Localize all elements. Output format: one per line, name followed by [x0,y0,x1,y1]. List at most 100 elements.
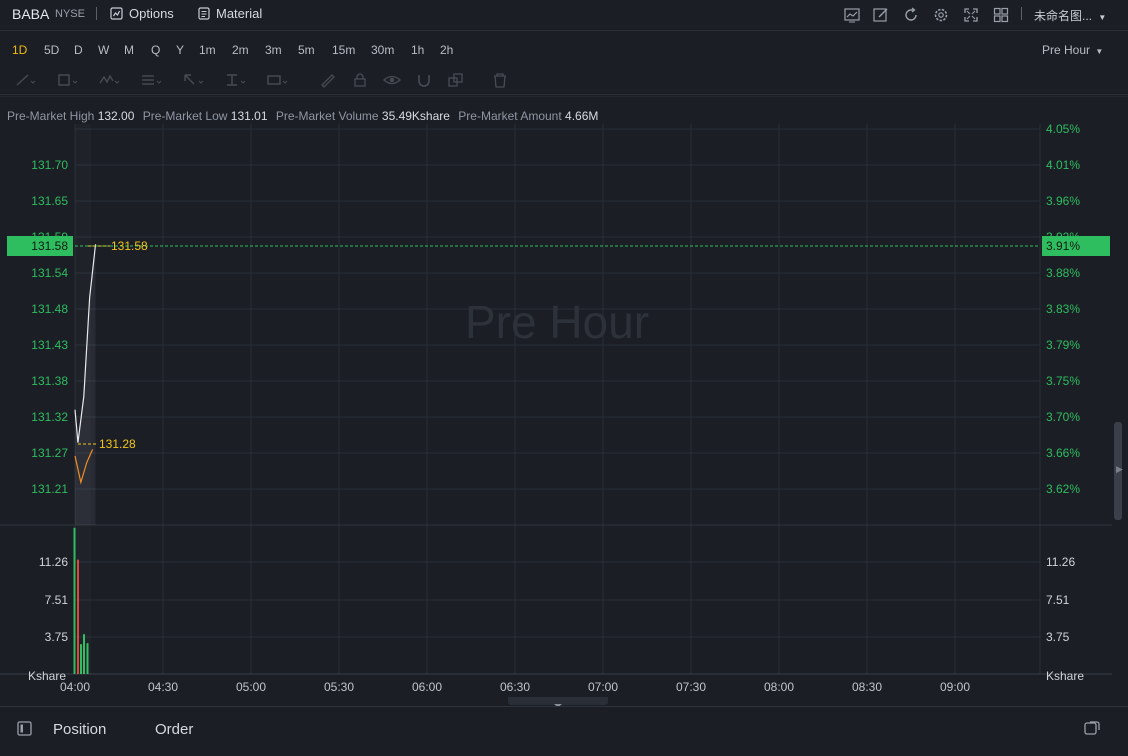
fib-icon[interactable] [140,72,162,88]
interval-1m[interactable]: 1m [199,43,216,57]
time-axis-label: 06:00 [412,680,442,694]
pre-market-volume-label: Pre-Market Volume [275,109,379,123]
trash-icon[interactable] [490,72,512,88]
pre-market-high-label: Pre-Market High [7,109,95,123]
time-axis-label: 08:30 [852,680,882,694]
price-axis-label: 131.27 [31,446,68,460]
session-selector[interactable]: Pre Hour ▼ [1042,43,1103,57]
material-button[interactable]: Material [198,6,262,21]
interval-5d[interactable]: 5D [44,43,59,57]
interval-1h[interactable]: 1h [411,43,424,57]
percent-axis-label: 3.96% [1046,194,1080,208]
price-axis-label: 131.38 [31,374,68,388]
rectangle-icon[interactable] [56,72,78,88]
arrow-icon[interactable] [182,72,204,88]
document-icon [198,7,210,20]
layout-name-label: 未命名图... [1034,9,1093,23]
time-axis-label: 07:00 [588,680,618,694]
refresh-icon[interactable] [902,6,920,24]
percent-axis-label: 3.62% [1046,482,1080,496]
tab-position[interactable]: Position [53,721,106,738]
hover-column [75,124,91,674]
time-axis-label: 09:00 [940,680,970,694]
interval-1d[interactable]: 1D [12,43,27,57]
current-price-text: 131.58 [31,239,68,253]
edit-icon[interactable] [872,6,890,24]
options-icon [110,7,123,20]
interval-30m[interactable]: 30m [371,43,394,57]
pre-market-low-label: Pre-Market Low [142,109,228,123]
percent-axis-label: 3.66% [1046,446,1080,460]
magnet-icon[interactable] [414,72,436,88]
time-axis-label: 04:00 [60,680,90,694]
price-axis-label: 131.70 [31,158,68,172]
eye-icon[interactable] [382,72,404,88]
chart-background [0,96,1128,701]
grid-layout-icon[interactable] [992,6,1010,24]
price-axis-label: 131.21 [31,482,68,496]
pre-market-low-value: 131.01 [230,109,268,123]
volume-axis-label-right: 11.26 [1046,555,1075,569]
interval-2h[interactable]: 2h [440,43,453,57]
interval-d[interactable]: D [74,43,83,57]
volume-axis-label: 3.75 [45,630,69,644]
watermark-text: Pre Hour [465,296,649,348]
exchange-label: NYSE [55,8,85,20]
percent-axis-label: 3.83% [1046,302,1080,316]
price-chart[interactable]: Pre Hour131.70131.65131.59131.54131.4813… [0,96,1128,701]
interval-y[interactable]: Y [176,43,184,57]
time-axis-label: 05:30 [324,680,354,694]
interval-w[interactable]: W [98,43,109,57]
popout-icon[interactable] [1084,721,1100,736]
price-axis-label: 131.65 [31,194,68,208]
price-axis-label: 131.54 [31,266,68,280]
time-axis-label: 05:00 [236,680,266,694]
drawing-toolbar [0,66,1128,95]
chevron-right-icon[interactable]: ▶ [1116,464,1123,475]
divider [96,7,97,20]
symbol-label[interactable]: BABA [12,6,49,22]
percent-axis-label: 3.75% [1046,374,1080,388]
interval-m[interactable]: M [124,43,134,57]
pre-market-stats: Pre-Market High 132.00 Pre-Market Low 13… [7,109,603,123]
percent-axis-label: 3.88% [1046,266,1080,280]
time-axis-label: 08:00 [764,680,794,694]
current-pct-text: 3.91% [1046,239,1080,253]
trend-line-icon[interactable] [14,72,36,88]
options-button[interactable]: Options [110,6,174,21]
volume-unit-label-right: Kshare [1046,669,1084,683]
interval-q[interactable]: Q [151,43,160,57]
material-label: Material [216,6,263,21]
text-box-icon[interactable] [266,72,288,88]
pencil-icon[interactable] [318,72,340,88]
settings-icon[interactable] [932,6,950,24]
pre-market-high-value: 132.00 [97,109,135,123]
time-axis-label: 07:30 [676,680,706,694]
pre-market-volume-value: 35.49Kshare [381,109,450,123]
divider [1021,7,1022,20]
copy-layers-icon[interactable] [446,72,468,88]
price-axis-label: 131.43 [31,338,68,352]
tab-order[interactable]: Order [155,721,193,738]
panel-resize-handle[interactable] [508,697,608,708]
interval-2m[interactable]: 2m [232,43,249,57]
layout-selector[interactable]: 未命名图... ▼ [1034,7,1106,24]
measure-icon[interactable] [224,72,246,88]
pre-market-amount-label: Pre-Market Amount [458,109,562,123]
options-label: Options [129,6,174,21]
lock-icon[interactable] [350,72,372,88]
session-label: Pre Hour [1042,43,1091,57]
chart-line-icon[interactable] [843,6,861,24]
interval-5m[interactable]: 5m [298,43,315,57]
time-axis-label: 04:30 [148,680,178,694]
pre-market-amount-value: 4.66M [565,109,599,123]
fullscreen-icon[interactable] [962,6,980,24]
interval-bar: 1D 5D D W M Q Y 1m 2m 3m 5m 15m 30m 1h 2h [0,36,1128,62]
percent-axis-label: 4.01% [1046,158,1080,172]
volume-axis-label: 7.51 [45,593,69,607]
interval-3m[interactable]: 3m [265,43,282,57]
interval-15m[interactable]: 15m [332,43,355,57]
panel-toggle-icon[interactable] [17,721,32,736]
wave-icon[interactable] [98,72,120,88]
percent-axis-label: 4.05% [1046,122,1080,136]
